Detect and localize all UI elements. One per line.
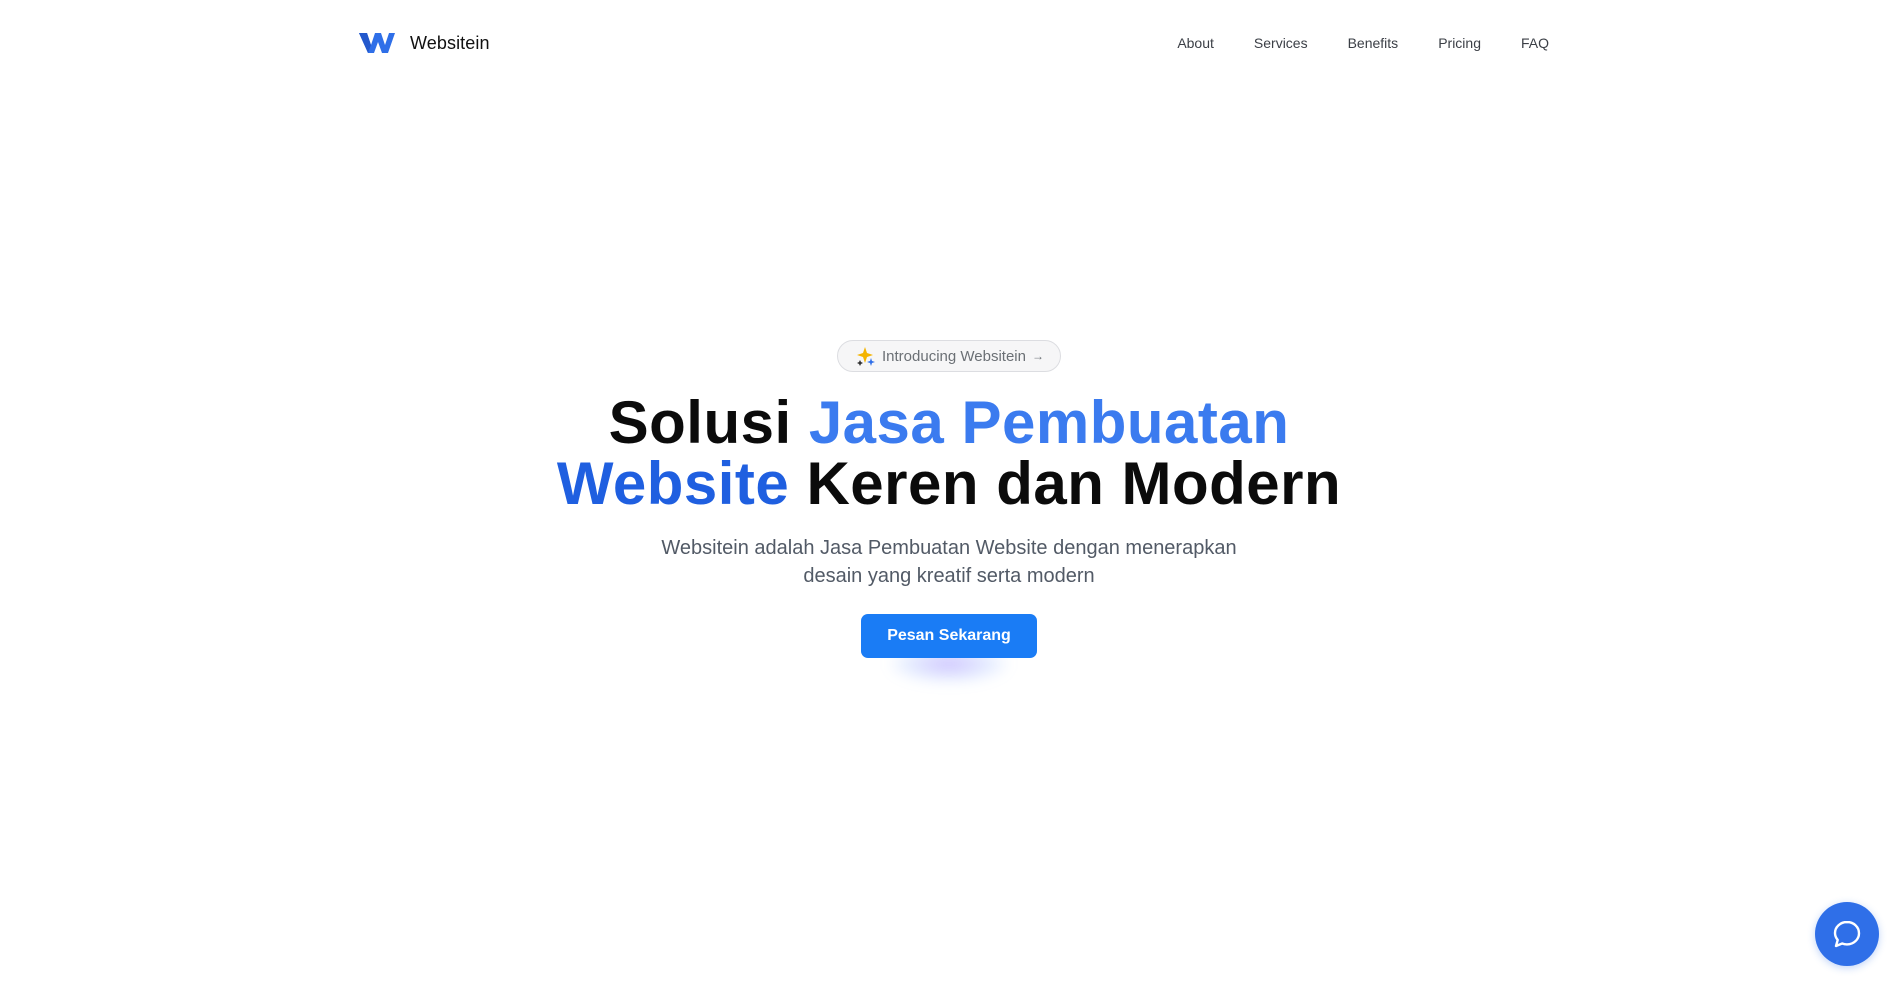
- landing-page: Websitein About Services Benefits Pricin…: [0, 0, 1898, 987]
- brand-link[interactable]: Websitein: [358, 28, 490, 58]
- nav-link-about[interactable]: About: [1177, 33, 1214, 53]
- sparkle-icon: [857, 347, 875, 366]
- headline-part-2: Keren dan Modern: [789, 450, 1342, 517]
- subtitle-line-2: desain yang kreatif serta modern: [803, 565, 1095, 587]
- subtitle-line-1: Websitein adalah Jasa Pembuatan Website …: [661, 537, 1237, 559]
- headline-part-1: Solusi: [608, 389, 809, 456]
- brand-name: Websitein: [410, 32, 490, 53]
- pill-label: Introducing Websitein: [882, 347, 1026, 365]
- pesan-sekarang-button[interactable]: Pesan Sekarang: [861, 614, 1037, 658]
- nav-link-faq[interactable]: FAQ: [1521, 33, 1549, 53]
- nav-link-services[interactable]: Services: [1254, 33, 1308, 53]
- cta-wrapper: Pesan Sekarang: [0, 614, 1898, 694]
- nav-link-benefits[interactable]: Benefits: [1348, 33, 1399, 53]
- introducing-pill[interactable]: Introducing Websitein →: [837, 340, 1061, 372]
- pill-arrow-icon: →: [1031, 349, 1044, 363]
- hero-headline: Solusi Jasa Pembuatan Website Keren dan …: [0, 392, 1898, 514]
- chat-bubble-icon: [1833, 920, 1861, 948]
- headline-accent-1: Jasa Pembuatan: [808, 389, 1290, 456]
- nav-link-pricing[interactable]: Pricing: [1438, 33, 1481, 53]
- top-navigation: Websitein About Services Benefits Pricin…: [0, 0, 1898, 86]
- main-menu: About Services Benefits Pricing FAQ: [1177, 33, 1549, 53]
- hero-subtitle: Websitein adalah Jasa Pembuatan Website …: [639, 534, 1259, 590]
- hero-section: Introducing Websitein → Solusi Jasa Pemb…: [0, 340, 1898, 694]
- chat-widget-button[interactable]: [1815, 902, 1879, 966]
- headline-accent-2: Website: [556, 450, 790, 517]
- websitein-w-logo-icon: [359, 33, 395, 53]
